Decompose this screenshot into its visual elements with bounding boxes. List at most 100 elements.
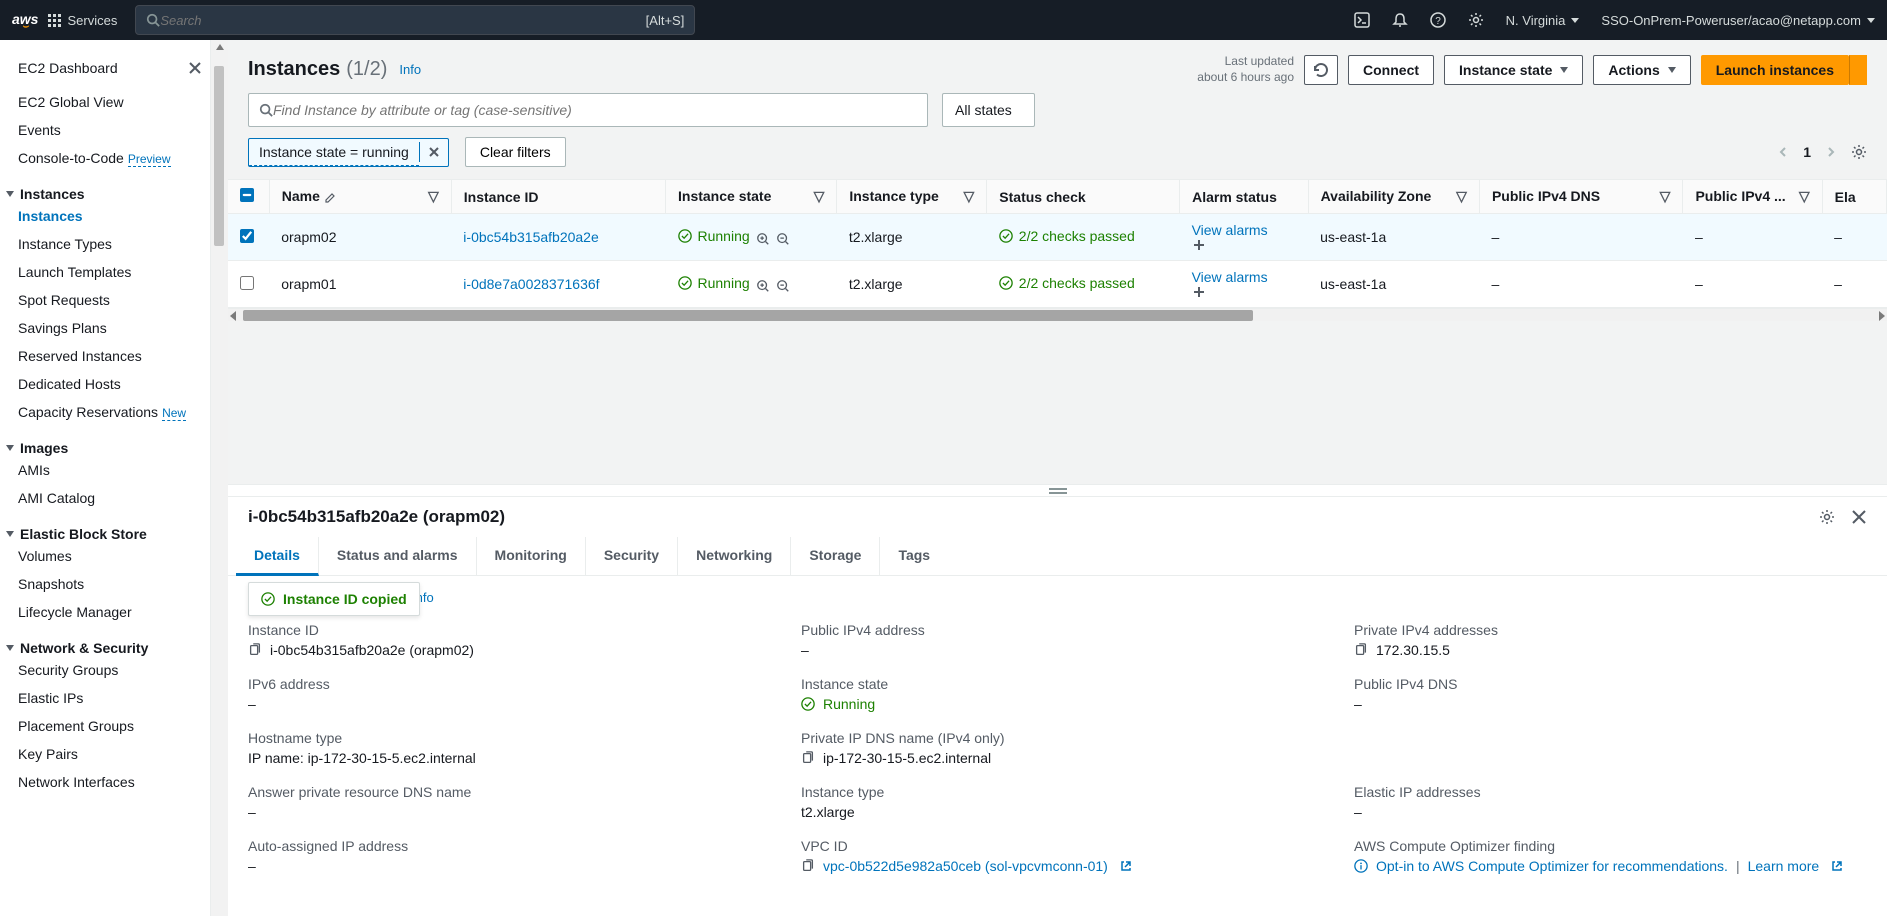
tab-tags[interactable]: Tags — [880, 537, 948, 575]
sidebar-scrollbar[interactable] — [210, 40, 228, 916]
notifications-icon[interactable] — [1392, 12, 1408, 28]
sidebar-section-elastic-block-store[interactable]: Elastic Block Store — [18, 526, 202, 542]
table-row[interactable]: orapm01i-0d8e7a0028371636f Runningt2.xla… — [228, 261, 1887, 308]
sidebar-section-images[interactable]: Images — [18, 440, 202, 456]
column-header[interactable]: Public IPv4 DNS▽ — [1479, 180, 1682, 214]
close-icon[interactable] — [188, 61, 202, 75]
sidebar-item-security-groups[interactable]: Security Groups — [18, 656, 202, 684]
sidebar-item-ami-catalog[interactable]: AMI Catalog — [18, 484, 202, 512]
sidebar-section-network-security[interactable]: Network & Security — [18, 640, 202, 656]
clear-filters-button[interactable]: Clear filters — [465, 137, 566, 167]
info-link[interactable]: Info — [399, 62, 421, 77]
select-all-checkbox[interactable] — [240, 188, 254, 202]
column-header[interactable]: Status check — [987, 180, 1180, 214]
column-header[interactable]: Ela — [1822, 180, 1886, 214]
close-icon[interactable] — [1851, 509, 1867, 525]
sidebar-item-console-to-code[interactable]: Console-to-CodePreview — [18, 144, 202, 172]
table-horizontal-scrollbar[interactable] — [228, 308, 1887, 321]
sort-icon[interactable]: ▽ — [1799, 188, 1810, 205]
refresh-button[interactable] — [1304, 55, 1338, 85]
sidebar-item-launch-templates[interactable]: Launch Templates — [18, 258, 202, 286]
view-alarms-link[interactable]: View alarms — [1192, 269, 1268, 285]
sort-icon[interactable]: ▽ — [1456, 188, 1467, 205]
sidebar-item-instance-types[interactable]: Instance Types — [18, 230, 202, 258]
column-header[interactable]: Instance ID — [451, 180, 665, 214]
sidebar-item-savings-plans[interactable]: Savings Plans — [18, 314, 202, 342]
instance-id-link[interactable]: i-0bc54b315afb20a2e — [463, 229, 598, 245]
filter-chip-remove[interactable] — [419, 142, 448, 162]
sort-icon[interactable]: ▽ — [1660, 188, 1671, 205]
column-header[interactable]: Instance state▽ — [666, 180, 837, 214]
states-dropdown[interactable]: All states — [942, 93, 1035, 127]
find-instance-box[interactable] — [248, 93, 928, 127]
global-search[interactable]: [Alt+S] — [135, 5, 695, 35]
sidebar-item-key-pairs[interactable]: Key Pairs — [18, 740, 202, 768]
zoom-in-icon[interactable] — [756, 232, 770, 246]
row-checkbox[interactable] — [240, 276, 254, 290]
sidebar-item-capacity-reservations[interactable]: Capacity ReservationsNew — [18, 398, 202, 426]
sidebar-item-lifecycle-manager[interactable]: Lifecycle Manager — [18, 598, 202, 626]
sidebar-item-dashboard[interactable]: EC2 Dashboard — [18, 54, 118, 82]
settings-icon[interactable] — [1468, 12, 1484, 28]
copy-icon[interactable] — [1354, 643, 1368, 657]
tab-monitoring[interactable]: Monitoring — [477, 537, 586, 575]
row-checkbox[interactable] — [240, 229, 254, 243]
learn-more-link[interactable]: Learn more — [1748, 858, 1820, 874]
column-header[interactable]: Availability Zone▽ — [1308, 180, 1479, 214]
copy-icon[interactable] — [801, 751, 815, 765]
sidebar-item-amis[interactable]: AMIs — [18, 456, 202, 484]
column-header[interactable]: Public IPv4 ...▽ — [1683, 180, 1822, 214]
tab-networking[interactable]: Networking — [678, 537, 791, 575]
column-header[interactable]: Instance type▽ — [837, 180, 987, 214]
sort-icon[interactable]: ▽ — [428, 188, 439, 205]
column-header[interactable]: Name ▽ — [269, 180, 451, 214]
region-selector[interactable]: N. Virginia — [1506, 13, 1580, 28]
launch-instances-button[interactable]: Launch instances — [1701, 55, 1849, 85]
sidebar-section-instances[interactable]: Instances — [18, 186, 202, 202]
tab-status-and-alarms[interactable]: Status and alarms — [319, 537, 477, 575]
connect-button[interactable]: Connect — [1348, 55, 1434, 85]
optimizer-link[interactable]: Opt-in to AWS Compute Optimizer for reco… — [1376, 858, 1728, 874]
filter-chip-label[interactable]: Instance state = running — [249, 139, 419, 166]
table-row[interactable]: orapm02i-0bc54b315afb20a2e Runningt2.xla… — [228, 214, 1887, 261]
view-alarms-link[interactable]: View alarms — [1192, 222, 1268, 238]
find-instance-input[interactable] — [273, 102, 917, 118]
account-menu[interactable]: SSO-OnPrem-Poweruser/acao@netapp.com — [1601, 13, 1875, 28]
zoom-in-icon[interactable] — [756, 279, 770, 293]
sidebar-item-snapshots[interactable]: Snapshots — [18, 570, 202, 598]
tab-details[interactable]: Details — [236, 537, 319, 576]
help-icon[interactable]: ? — [1430, 12, 1446, 28]
next-page-icon[interactable] — [1825, 146, 1837, 158]
sidebar-item-placement-groups[interactable]: Placement Groups — [18, 712, 202, 740]
sidebar-item-reserved-instances[interactable]: Reserved Instances — [18, 342, 202, 370]
vpc-link[interactable]: vpc-0b522d5e982a50ceb (sol-vpcvmconn-01) — [823, 858, 1108, 874]
plus-icon[interactable] — [1192, 285, 1206, 299]
actions-button[interactable]: Actions — [1593, 55, 1690, 85]
prev-page-icon[interactable] — [1777, 146, 1789, 158]
column-header[interactable]: Alarm status — [1180, 180, 1309, 214]
copy-icon[interactable] — [248, 643, 262, 657]
sidebar-item-global-view[interactable]: EC2 Global View — [18, 88, 202, 116]
scroll-thumb[interactable] — [214, 66, 224, 246]
aws-logo[interactable]: aws ⌣ — [12, 12, 38, 28]
zoom-out-icon[interactable] — [776, 279, 790, 293]
services-menu[interactable]: Services — [48, 13, 117, 28]
sort-icon[interactable]: ▽ — [814, 188, 825, 205]
instance-id-link[interactable]: i-0d8e7a0028371636f — [463, 276, 599, 292]
instance-state-button[interactable]: Instance state — [1444, 55, 1583, 85]
search-input[interactable] — [160, 13, 645, 28]
sidebar-item-network-interfaces[interactable]: Network Interfaces — [18, 768, 202, 796]
sidebar-item-dedicated-hosts[interactable]: Dedicated Hosts — [18, 370, 202, 398]
sidebar-item-elastic-ips[interactable]: Elastic IPs — [18, 684, 202, 712]
gear-icon[interactable] — [1819, 509, 1835, 525]
tab-storage[interactable]: Storage — [791, 537, 880, 575]
plus-icon[interactable] — [1192, 238, 1206, 252]
sidebar-item-volumes[interactable]: Volumes — [18, 542, 202, 570]
gear-icon[interactable] — [1851, 144, 1867, 160]
sidebar-item-spot-requests[interactable]: Spot Requests — [18, 286, 202, 314]
column-header[interactable] — [228, 180, 269, 214]
panel-resize-handle[interactable] — [228, 484, 1887, 496]
scroll-thumb[interactable] — [243, 310, 1253, 321]
zoom-out-icon[interactable] — [776, 232, 790, 246]
sort-icon[interactable]: ▽ — [964, 188, 975, 205]
